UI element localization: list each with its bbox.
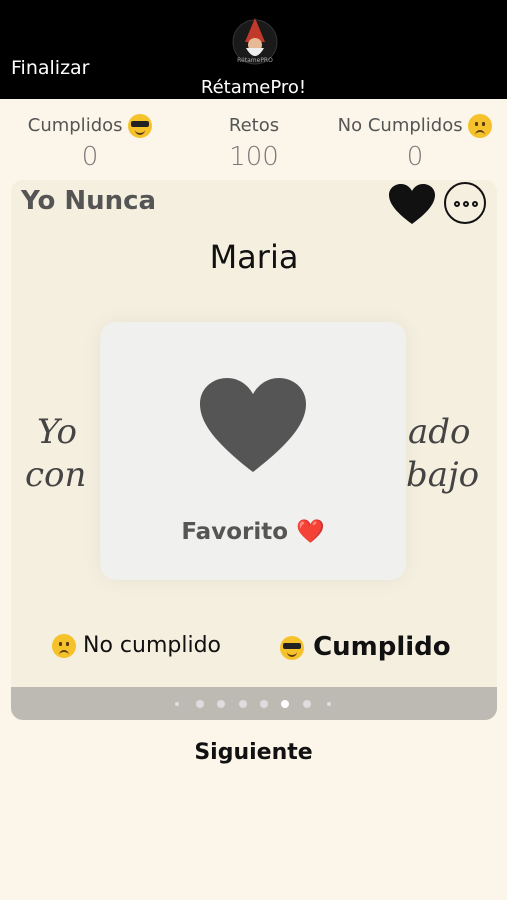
stat-not-completed: No Cumplidos 0 (330, 114, 500, 172)
page-dot (239, 700, 247, 708)
page-indicator (11, 687, 497, 720)
challenge-text-line2-left: con (25, 455, 87, 495)
stat-completed-value: 0 (81, 142, 99, 172)
sunglasses-emoji-icon (128, 114, 153, 138)
frown-emoji-icon (52, 634, 76, 658)
stat-completed: Cumplidos 0 (5, 114, 175, 172)
stat-challenges-label: Retos (228, 115, 280, 136)
finalize-button[interactable]: Finalizar (11, 57, 90, 79)
challenge-text-line1-left: Yo (37, 412, 77, 452)
completed-button[interactable]: Cumplido (280, 632, 451, 662)
stat-not-completed-label: No Cumplidos (330, 114, 500, 138)
gnome-logo-icon: RétamePRO (232, 18, 278, 65)
stat-completed-label: Cumplidos (5, 114, 175, 138)
not-completed-button[interactable]: No cumplido (52, 633, 221, 658)
stat-challenges: Retos 100 (169, 114, 339, 172)
app-title: RétamePro! (200, 77, 307, 98)
favorite-toast: Favorito ❤️ (100, 322, 406, 580)
player-name: Maria (209, 238, 299, 276)
frown-emoji-icon (468, 114, 493, 138)
card-title: Yo Nunca (21, 186, 157, 216)
sunglasses-emoji-icon (280, 635, 304, 660)
next-button[interactable]: Siguiente (0, 740, 507, 765)
challenge-text-line2-right: bajo (406, 455, 480, 495)
stat-challenges-value: 100 (229, 142, 279, 172)
svg-text:RétamePRO: RétamePRO (237, 57, 273, 64)
challenge-text-line1-right: ado (408, 412, 471, 452)
heart-icon (200, 378, 306, 472)
heart-icon[interactable] (389, 184, 435, 226)
page-dot-active (281, 700, 289, 708)
stat-not-completed-value: 0 (406, 142, 424, 172)
page-dot (217, 700, 225, 708)
favorite-label: Favorito ❤️ (181, 519, 325, 545)
page-dot (196, 700, 204, 708)
page-dot (260, 700, 268, 708)
page-dot (303, 700, 311, 708)
page-dot (175, 702, 179, 706)
more-icon[interactable] (444, 182, 486, 224)
top-bar: Finalizar RétamePRO RétamePro! (0, 0, 507, 99)
page-dot (327, 702, 331, 706)
